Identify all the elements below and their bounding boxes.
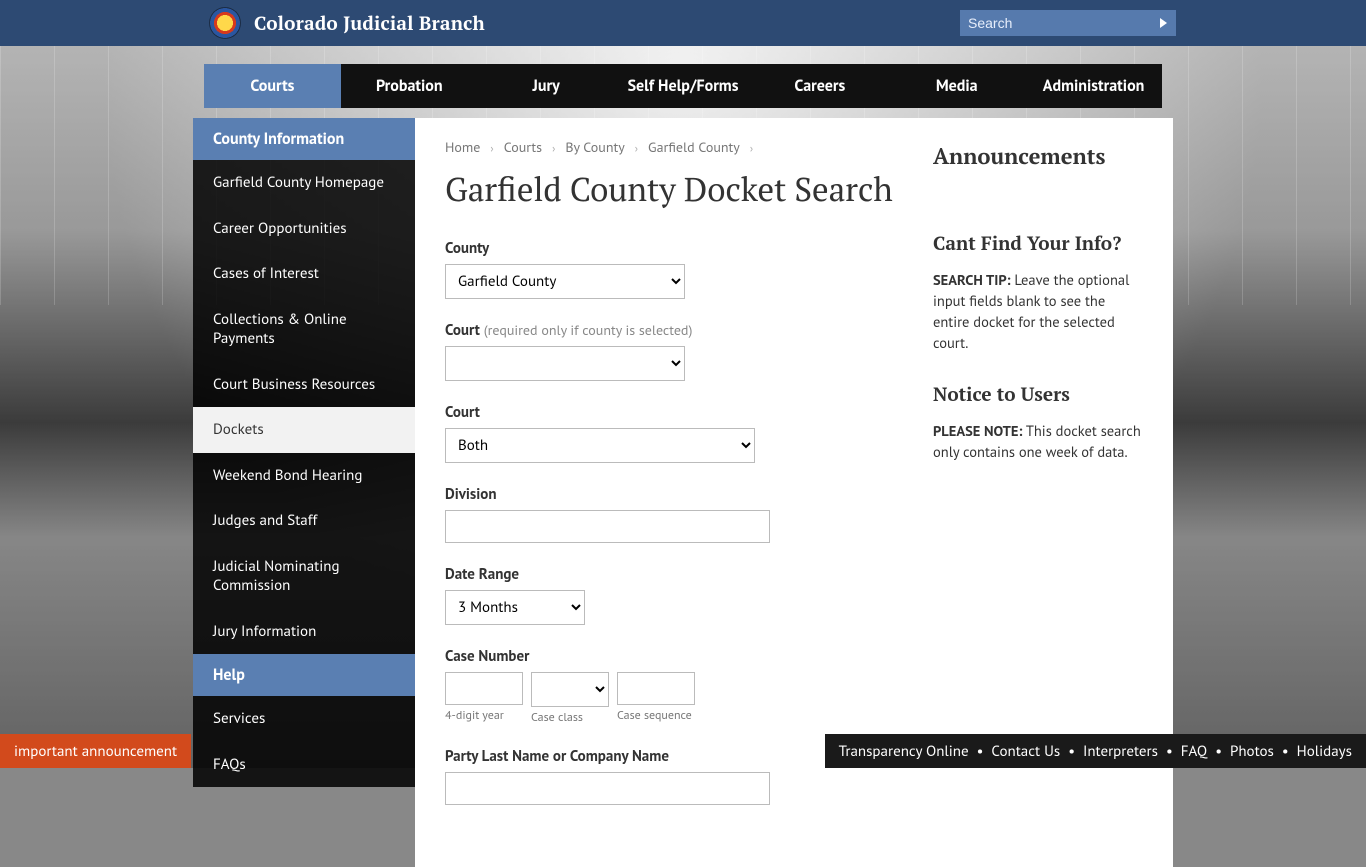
important-announcement-button[interactable]: important announcement [0,734,191,768]
nav-media[interactable]: Media [888,64,1025,108]
sidebar-item-cases-of-interest[interactable]: Cases of Interest [193,251,415,297]
sidebar-item-garfield-county-homepage[interactable]: Garfield County Homepage [193,160,415,206]
nav-self-help-forms[interactable]: Self Help/Forms [615,64,752,108]
footer-link-interpreters[interactable]: Interpreters [1083,742,1158,761]
sidebar-item-jury-information[interactable]: Jury Information [193,609,415,655]
breadcrumb-home[interactable]: Home [445,138,480,156]
sidebar-item-collections-online-payments[interactable]: Collections & Online Payments [193,297,415,362]
announcements-heading: Announcements [933,142,1143,171]
case-class-select[interactable] [531,672,609,707]
chevron-right-icon [490,142,493,156]
notice-heading: Notice to Users [933,382,1143,407]
case-year-input[interactable] [445,672,523,705]
division-label: Division [445,485,893,504]
separator-dot-icon: • [977,742,984,761]
separator-dot-icon: • [1166,742,1173,761]
triangle-right-icon [1160,18,1167,28]
nav-careers[interactable]: Careers [751,64,888,108]
sidebar-item-judicial-nominating-commission[interactable]: Judicial Nominating Commission [193,544,415,609]
chevron-right-icon [750,142,753,156]
search-form [960,10,1176,36]
sidebar-heading-help: Help [193,654,415,696]
primary-nav: CourtsProbationJurySelf Help/FormsCareer… [204,64,1162,108]
search-tip-text: SEARCH TIP: Leave the optional input fie… [933,270,1143,354]
court-hint: (required only if county is selected) [484,321,693,339]
sidebar-item-weekend-bond-hearing[interactable]: Weekend Bond Hearing [193,453,415,499]
footer-link-transparency-online[interactable]: Transparency Online [839,742,969,761]
chevron-right-icon [635,142,638,156]
footer-link-contact-us[interactable]: Contact Us [991,742,1060,761]
breadcrumb-garfield-county[interactable]: Garfield County [648,138,740,156]
colorado-seal-icon [210,8,240,38]
division-input[interactable] [445,510,770,543]
case-number-label: Case Number [445,647,893,666]
sidebar-item-services[interactable]: Services [193,696,415,742]
footer-link-faq[interactable]: FAQ [1181,742,1207,761]
separator-dot-icon: • [1068,742,1075,761]
sidebar-item-faqs[interactable]: FAQs [193,742,415,788]
case-year-sublabel: 4-digit year [445,708,523,723]
footer-bar: Transparency Online • Contact Us • Interpret… [825,734,1366,768]
nav-courts[interactable]: Courts [204,64,341,108]
main-column: Home Courts By County Garfield County Garfi… [445,138,893,827]
breadcrumb: Home Courts By County Garfield County [445,138,893,156]
left-sidebar: County Information Garfield County Homep… [193,118,415,787]
sidebar-item-court-business-resources[interactable]: Court Business Resources [193,362,415,408]
case-class-sublabel: Case class [531,710,609,725]
chevron-right-icon [552,142,555,156]
court-type-label: Court [445,403,893,422]
court-required-label: Court (required only if county is select… [445,321,893,340]
notice-text: PLEASE NOTE: This docket search only con… [933,421,1143,463]
sidebar-item-dockets[interactable]: Dockets [193,407,415,453]
nav-jury[interactable]: Jury [478,64,615,108]
separator-dot-icon: • [1282,742,1289,761]
court-type-select[interactable]: Both [445,428,755,463]
site-title[interactable]: Colorado Judicial Branch [254,11,485,36]
party-name-input[interactable] [445,772,770,805]
aside-column: Announcements Cant Find Your Info? SEARC… [933,138,1143,827]
search-input[interactable] [960,10,1150,36]
site-header: Colorado Judicial Branch [0,0,1366,46]
cant-find-heading: Cant Find Your Info? [933,231,1143,256]
county-select[interactable]: Garfield County [445,264,685,299]
footer-link-holidays[interactable]: Holidays [1297,742,1352,761]
footer-link-photos[interactable]: Photos [1230,742,1274,761]
court-required-select[interactable] [445,346,685,381]
nav-probation[interactable]: Probation [341,64,478,108]
case-sequence-sublabel: Case sequence [617,708,695,723]
date-range-label: Date Range [445,565,893,584]
nav-administration[interactable]: Administration [1025,64,1162,108]
sidebar-item-judges-and-staff[interactable]: Judges and Staff [193,498,415,544]
case-sequence-input[interactable] [617,672,695,705]
sidebar-heading-county-info: County Information [193,118,415,160]
separator-dot-icon: • [1215,742,1222,761]
search-submit-button[interactable] [1150,10,1176,36]
sidebar-item-career-opportunities[interactable]: Career Opportunities [193,206,415,252]
breadcrumb-courts[interactable]: Courts [504,138,542,156]
date-range-select[interactable]: 3 Months [445,590,585,625]
page-title: Garfield County Docket Search [445,168,893,211]
breadcrumb-by-county[interactable]: By County [565,138,624,156]
county-label: County [445,239,893,258]
